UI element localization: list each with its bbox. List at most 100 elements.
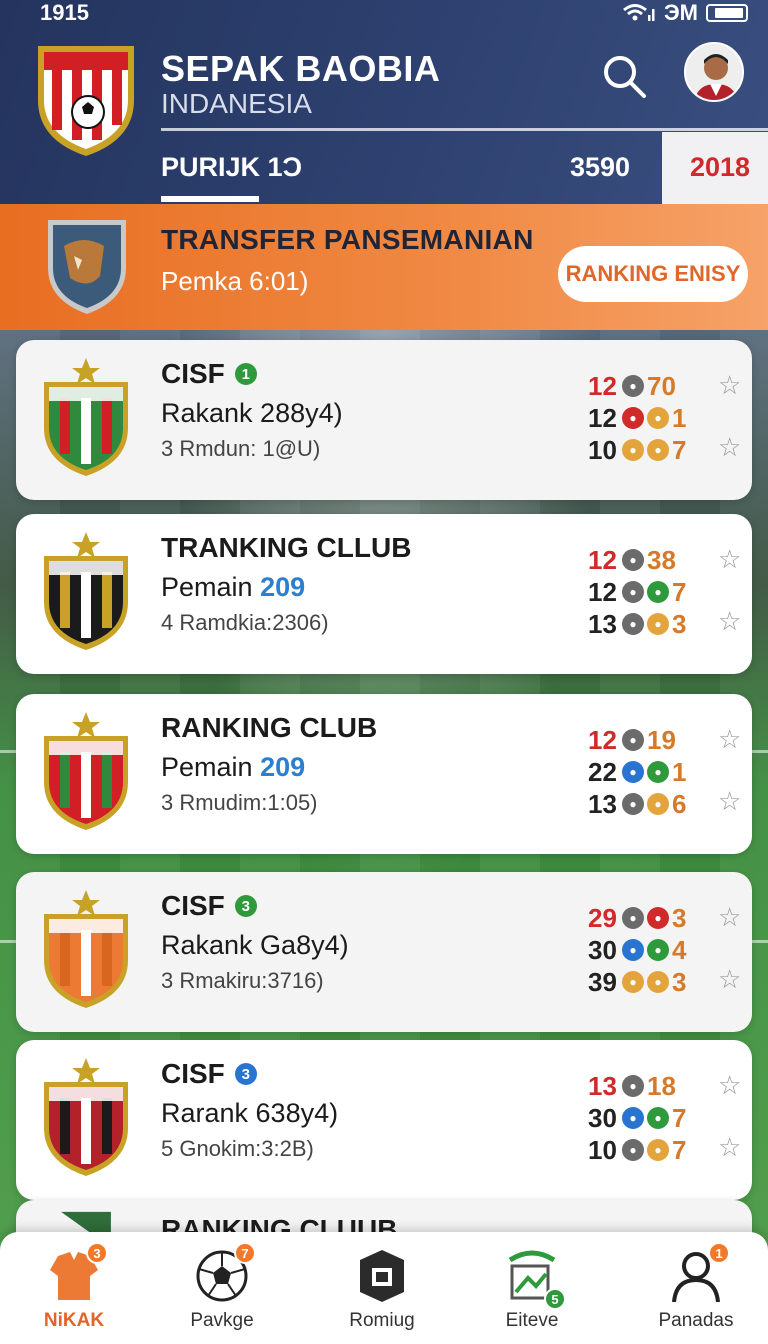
nav-label: Panadas bbox=[658, 1310, 734, 1331]
stat-number: 10 bbox=[588, 1134, 617, 1165]
club-crest bbox=[44, 358, 128, 476]
club-name-text: RANKING CLUB bbox=[161, 712, 378, 743]
nav-badge: 3 bbox=[86, 1242, 108, 1264]
stat-row: 10 ● ● 7 bbox=[588, 434, 698, 466]
club-detail: 3 Rmakiru:3716) bbox=[161, 968, 324, 993]
ball-icon: 7 bbox=[192, 1242, 256, 1306]
favorite-star-icon[interactable]: ☆ bbox=[718, 432, 741, 463]
stat-row: 13 ● ● 6 bbox=[588, 788, 698, 820]
nav-item-romiug[interactable]: Romiug bbox=[322, 1246, 442, 1342]
player-count: 209 bbox=[260, 572, 306, 602]
tab-active[interactable]: PURIJK 1Ͻ bbox=[161, 152, 302, 183]
stat-number: 30 bbox=[588, 1102, 617, 1133]
stat-number: 12 bbox=[588, 724, 617, 755]
stat-icon: ● bbox=[647, 613, 669, 635]
club-card[interactable]: CISF 3 Rarank 638y4) 5 Gnokim:3:2B) 13 ●… bbox=[16, 1040, 752, 1200]
stat-value: 38 bbox=[647, 544, 676, 575]
app-title: SEPAK BAOBIA bbox=[161, 48, 441, 89]
stat-number: 13 bbox=[588, 608, 617, 639]
favorite-star-icon[interactable]: ☆ bbox=[718, 964, 741, 995]
stat-icon: ● bbox=[622, 439, 644, 461]
stat-value: 1 bbox=[672, 756, 687, 787]
rank-badge: 3 bbox=[234, 1063, 257, 1085]
user-icon: 1 bbox=[666, 1242, 730, 1306]
stat-value: 7 bbox=[672, 1134, 687, 1165]
stat-icon: ● bbox=[647, 761, 669, 783]
stat-value: 7 bbox=[672, 1102, 687, 1133]
app-subtitle: INDANESIA bbox=[161, 88, 312, 119]
stat-row: 12 ● 19 bbox=[588, 724, 698, 756]
stat-value: 70 bbox=[647, 370, 676, 401]
search-icon[interactable] bbox=[600, 52, 648, 100]
status-icons: ЭМ bbox=[622, 0, 748, 26]
nav-item-panadas[interactable]: 1 Panadas bbox=[636, 1242, 756, 1342]
stat-icon: ● bbox=[647, 907, 669, 929]
club-name-text: TRANKING CLLUB bbox=[161, 532, 412, 563]
stat-value: 19 bbox=[647, 724, 676, 755]
stat-icon: ● bbox=[622, 793, 644, 815]
ranking-button[interactable]: RANKING ENISY bbox=[558, 246, 748, 302]
club-name-text: CISF bbox=[161, 890, 225, 921]
stat-row: 12 ● 70 bbox=[588, 370, 698, 402]
stat-icon: ● bbox=[647, 939, 669, 961]
club-stats: 12 ● 38 12 ● ● 7 13 ● ● 3 bbox=[588, 544, 698, 640]
nav-item-pavkge[interactable]: 7 Pavkge bbox=[162, 1242, 282, 1342]
favorite-star-icon[interactable]: ☆ bbox=[718, 606, 741, 637]
favorite-star-icon[interactable]: ☆ bbox=[718, 1132, 741, 1163]
club-crest bbox=[44, 532, 128, 650]
favorite-star-icon[interactable]: ☆ bbox=[718, 724, 741, 755]
stat-number: 13 bbox=[588, 788, 617, 819]
nav-badge: 1 bbox=[708, 1242, 730, 1264]
network-label: ЭМ bbox=[664, 0, 698, 25]
club-card[interactable]: CISF 3 Rakank Ga8y4) 3 Rmakiru:3716) 29 … bbox=[16, 872, 752, 1032]
club-card[interactable]: RANKING CLUB Pemain 209 3 Rmudim:1:05) 1… bbox=[16, 694, 752, 854]
stat-icon: ● bbox=[622, 375, 644, 397]
transfer-banner[interactable]: TRANSFER PANSEMANIAN Pemka 6:01) RANKING… bbox=[0, 204, 768, 330]
stat-row: 29 ● ● 3 bbox=[588, 902, 698, 934]
nav-item-eiteve[interactable]: 5 Eiteve bbox=[472, 1246, 592, 1342]
club-card[interactable]: TRANKING CLLUB Pemain 209 4 Ramdkia:2306… bbox=[16, 514, 752, 674]
stat-row: 13 ● 18 bbox=[588, 1070, 698, 1102]
app-header: 1915 ЭМ SEPAK BAOBIA INDANESIA PURIJK 1Ͻ… bbox=[0, 0, 768, 204]
bottom-navigation: 3 NiKAK 7 Pavkge Romiug 5 Eiteve 1 Panad… bbox=[0, 1232, 768, 1344]
stat-number: 12 bbox=[588, 402, 617, 433]
favorite-star-icon[interactable]: ☆ bbox=[718, 902, 741, 933]
club-logo bbox=[48, 220, 126, 314]
stat-number: 39 bbox=[588, 966, 617, 997]
player-count: 209 bbox=[260, 752, 306, 782]
stat-icon: ● bbox=[622, 407, 644, 429]
club-stats: 12 ● 70 12 ● ● 1 10 ● ● 7 bbox=[588, 370, 698, 466]
stat-row: 12 ● 38 bbox=[588, 544, 698, 576]
profile-avatar[interactable] bbox=[684, 42, 744, 102]
stat-number: 29 bbox=[588, 902, 617, 933]
club-subtitle: Pemain 209 bbox=[161, 752, 305, 783]
chart-icon: 5 bbox=[502, 1246, 566, 1310]
nav-label: Eiteve bbox=[505, 1310, 559, 1331]
favorite-star-icon[interactable]: ☆ bbox=[718, 1070, 741, 1101]
stat-icon: ● bbox=[647, 793, 669, 815]
star-crest-icon bbox=[72, 1058, 100, 1084]
status-time: 1915 bbox=[40, 0, 89, 25]
favorite-star-icon[interactable]: ☆ bbox=[718, 544, 741, 575]
club-crest bbox=[44, 712, 128, 830]
club-card[interactable]: CISF 1 Rakank 288y4) 3 Rmdun: 1@U) 12 ● … bbox=[16, 340, 752, 500]
club-subtitle-text: Pemain bbox=[161, 572, 261, 602]
stat-icon: ● bbox=[622, 1107, 644, 1129]
stat-icon: ● bbox=[647, 971, 669, 993]
stat-icon: ● bbox=[622, 581, 644, 603]
stat-row: 10 ● ● 7 bbox=[588, 1134, 698, 1166]
stat-row: 22 ● ● 1 bbox=[588, 756, 698, 788]
favorite-star-icon[interactable]: ☆ bbox=[718, 786, 741, 817]
stat-number: 12 bbox=[588, 370, 617, 401]
stat-number: 12 bbox=[588, 576, 617, 607]
banner-subtitle: Pemka 6:01) bbox=[161, 266, 309, 296]
nav-item-nikak[interactable]: 3 NiKAK bbox=[14, 1242, 134, 1342]
club-subtitle-text: Rakank Ga8y4) bbox=[161, 930, 349, 960]
club-stats: 12 ● 19 22 ● ● 1 13 ● ● 6 bbox=[588, 724, 698, 820]
club-detail: 4 Ramdkia:2306) bbox=[161, 610, 329, 635]
nav-label: NiKAK bbox=[43, 1310, 105, 1331]
banner-title: TRANSFER PANSEMANIAN bbox=[161, 224, 534, 255]
favorite-star-icon[interactable]: ☆ bbox=[718, 370, 741, 401]
header-stat-year: 2018 bbox=[690, 152, 751, 182]
rank-badge: 1 bbox=[234, 363, 257, 385]
